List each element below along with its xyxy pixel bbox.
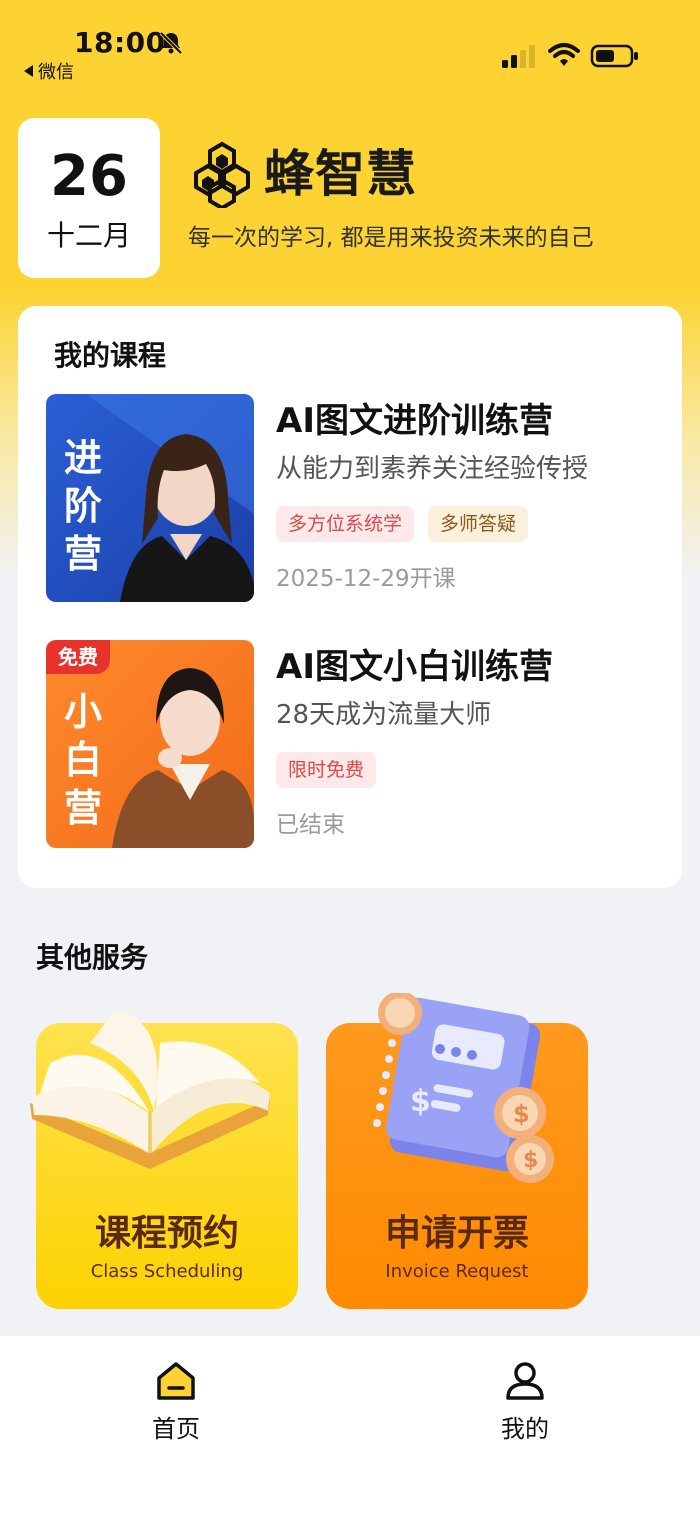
invoice-book-icon: $ $ $ [373,993,554,1183]
my-courses-title: 我的课程 [54,339,167,372]
bottom-tab-bar: 首页 我的 [0,1336,700,1515]
wifi-icon [548,43,580,66]
course-status: 已结束 [276,812,345,838]
back-arrow-icon [24,65,33,77]
tab-mine-label: 我的 [501,1415,549,1443]
back-app-label: 微信 [38,62,74,83]
brand-name: 蜂智慧 [264,145,417,203]
course-title: AI图文小白训练营 [276,647,553,687]
course-cover-label: 小白营 [63,690,102,830]
my-courses-card: 我的课程 进阶营 AI图文进阶训练营 从能力到素养关注经验传授 多方位系统学 多… [18,306,682,888]
course-tags: 多方位系统学 多师答疑 [276,506,529,542]
battery-icon [590,44,638,68]
class-scheduling-button[interactable]: 课程预约 Class Scheduling [30,1009,298,1309]
tab-home[interactable]: 首页 [116,1360,236,1446]
course-title: AI图文进阶训练营 [276,401,553,441]
tab-mine[interactable]: 我的 [465,1360,585,1446]
user-icon [506,1362,544,1400]
invoice-request-button[interactable]: $ $ $ 申请开票 Invoice Request [326,993,588,1309]
course-tags: 限时免费 [276,752,377,788]
svg-text:$: $ [523,1148,538,1173]
svg-text:$: $ [410,1084,431,1119]
tab-home-label: 首页 [152,1415,200,1443]
back-to-app[interactable]: 微信 [22,58,74,84]
home-icon [157,1362,195,1400]
free-badge: 免费 [46,640,110,674]
service-subtitle: Invoice Request [385,1261,529,1282]
course-item-beginner[interactable]: 免费 小白营 AI图文小白训练营 28天成为流量大师 限时免费 已结束 [46,640,666,850]
course-start-date: 2025-12-29开课 [276,566,456,592]
status-time: 18:00 [74,26,166,59]
course-cover-advanced: 进阶营 [46,394,254,602]
svg-text:$: $ [513,1100,530,1128]
muted-bell-icon [159,31,183,55]
service-subtitle: Class Scheduling [90,1261,244,1282]
other-services-title: 其他服务 [36,941,149,974]
course-tag: 多方位系统学 [276,506,415,542]
course-subtitle: 从能力到素养关注经验传授 [276,454,589,484]
status-bar: 18:00 微信 [0,0,700,90]
course-tag: 限时免费 [276,752,377,788]
date-card: 26 十二月 [18,118,160,278]
honeycomb-logo-icon [194,141,250,208]
course-cover-label: 进阶营 [63,436,102,576]
course-subtitle: 28天成为流量大师 [276,700,492,730]
cellular-signal-icon [502,45,535,68]
date-day: 26 [50,144,128,209]
course-cover-beginner: 免费 小白营 [46,640,254,848]
course-item-advanced[interactable]: 进阶营 AI图文进阶训练营 从能力到素养关注经验传授 多方位系统学 多师答疑 2… [46,394,666,604]
open-book-icon [30,1009,270,1169]
service-title: 课程预约 [94,1213,239,1254]
date-month: 十二月 [46,219,131,252]
brand-slogan: 每一次的学习, 都是用来投资未来的自己 [188,225,594,251]
course-tag: 多师答疑 [428,506,529,542]
service-title: 申请开票 [384,1213,529,1254]
